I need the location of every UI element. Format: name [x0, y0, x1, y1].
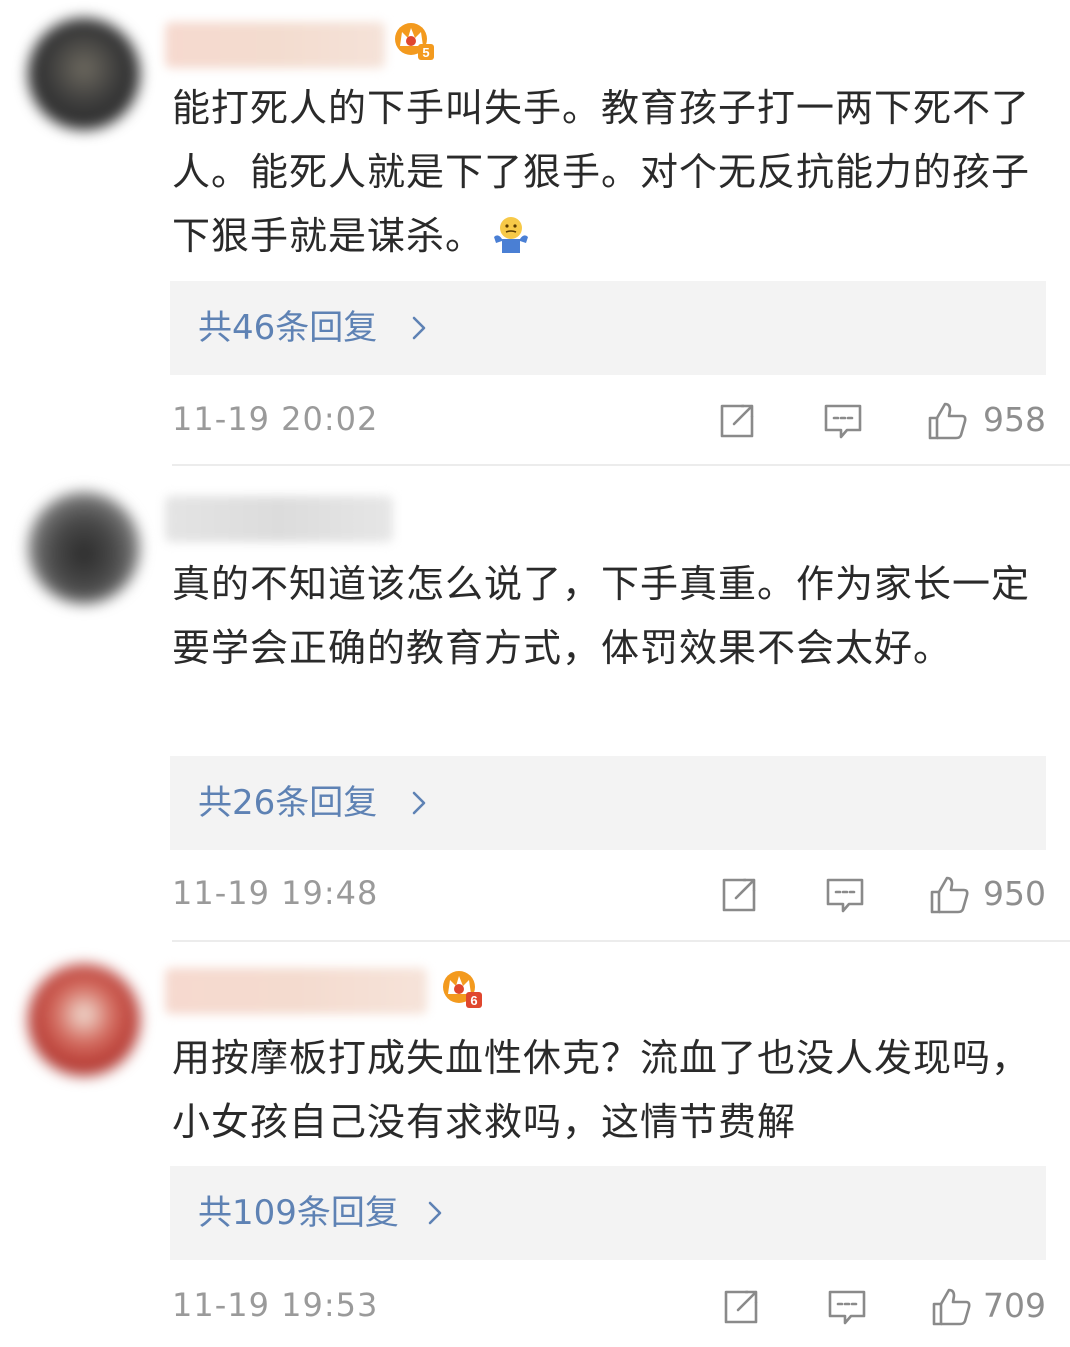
badge-level: 5 — [422, 45, 429, 60]
comment-meta: 11-19 19:48 950 — [172, 866, 1050, 926]
share-icon[interactable] — [716, 872, 762, 918]
comment-meta: 11-19 20:02 958 — [172, 392, 1050, 452]
timestamp: 11-19 19:53 — [172, 1286, 379, 1324]
comment-icon[interactable] — [824, 1284, 870, 1330]
view-replies-button[interactable]: 共26条回复 — [170, 756, 1046, 850]
comment-icon[interactable] — [822, 872, 868, 918]
avatar[interactable] — [28, 964, 140, 1076]
share-icon[interactable] — [714, 398, 760, 444]
comment-text-content: 真的不知道该怎么说了，下手真重。作为家长一定要学会正确的教育方式，体罚效果不会太… — [172, 562, 1031, 670]
chevron-right-icon — [406, 790, 432, 816]
comment-text: 真的不知道该怎么说了，下手真重。作为家长一定要学会正确的教育方式，体罚效果不会太… — [172, 552, 1032, 680]
divider — [172, 464, 1070, 466]
comment-text-content: 用按摩板打成失血性休克？流血了也没人发现吗，小女孩自己没有求救吗，这情节费解 — [172, 1036, 1031, 1144]
thumbs-up-icon[interactable] — [924, 398, 970, 444]
comment-text: 能打死人的下手叫失手。教育孩子打一两下死不了人。能死人就是下了狠手。对个无反抗能… — [172, 76, 1032, 268]
timestamp: 11-19 19:48 — [172, 874, 379, 912]
view-replies-button[interactable]: 共109条回复 — [170, 1166, 1046, 1260]
divider — [172, 940, 1070, 942]
username-blurred[interactable] — [165, 968, 427, 1014]
crown-level-icon: 6 — [440, 966, 486, 1012]
like-count: 950 — [983, 874, 1046, 913]
username-blurred[interactable] — [165, 22, 385, 68]
avatar[interactable] — [28, 18, 140, 130]
thumbs-up-icon[interactable] — [928, 1284, 974, 1330]
share-icon[interactable] — [718, 1284, 764, 1330]
avatar[interactable] — [28, 492, 140, 604]
shrug-emoji-icon — [490, 210, 532, 253]
timestamp: 11-19 20:02 — [172, 400, 379, 438]
comment-meta: 11-19 19:53 709 — [172, 1278, 1050, 1338]
username-blurred[interactable] — [165, 496, 393, 542]
like-count: 709 — [983, 1286, 1046, 1325]
crown-level-icon: 5 — [392, 18, 438, 64]
replies-count-label: 共26条回复 — [198, 783, 378, 823]
like-count: 958 — [983, 400, 1046, 439]
comment-icon[interactable] — [820, 398, 866, 444]
comment-text-content: 能打死人的下手叫失手。教育孩子打一两下死不了人。能死人就是下了狠手。对个无反抗能… — [172, 86, 1031, 258]
chevron-right-icon — [406, 315, 432, 341]
chevron-right-icon — [422, 1200, 448, 1226]
replies-count-label: 共109条回复 — [198, 1193, 399, 1233]
comment-text: 用按摩板打成失血性休克？流血了也没人发现吗，小女孩自己没有求救吗，这情节费解 — [172, 1026, 1032, 1154]
replies-count-label: 共46条回复 — [198, 308, 378, 348]
badge-level: 6 — [470, 993, 477, 1008]
view-replies-button[interactable]: 共46条回复 — [170, 281, 1046, 375]
thumbs-up-icon[interactable] — [926, 872, 972, 918]
